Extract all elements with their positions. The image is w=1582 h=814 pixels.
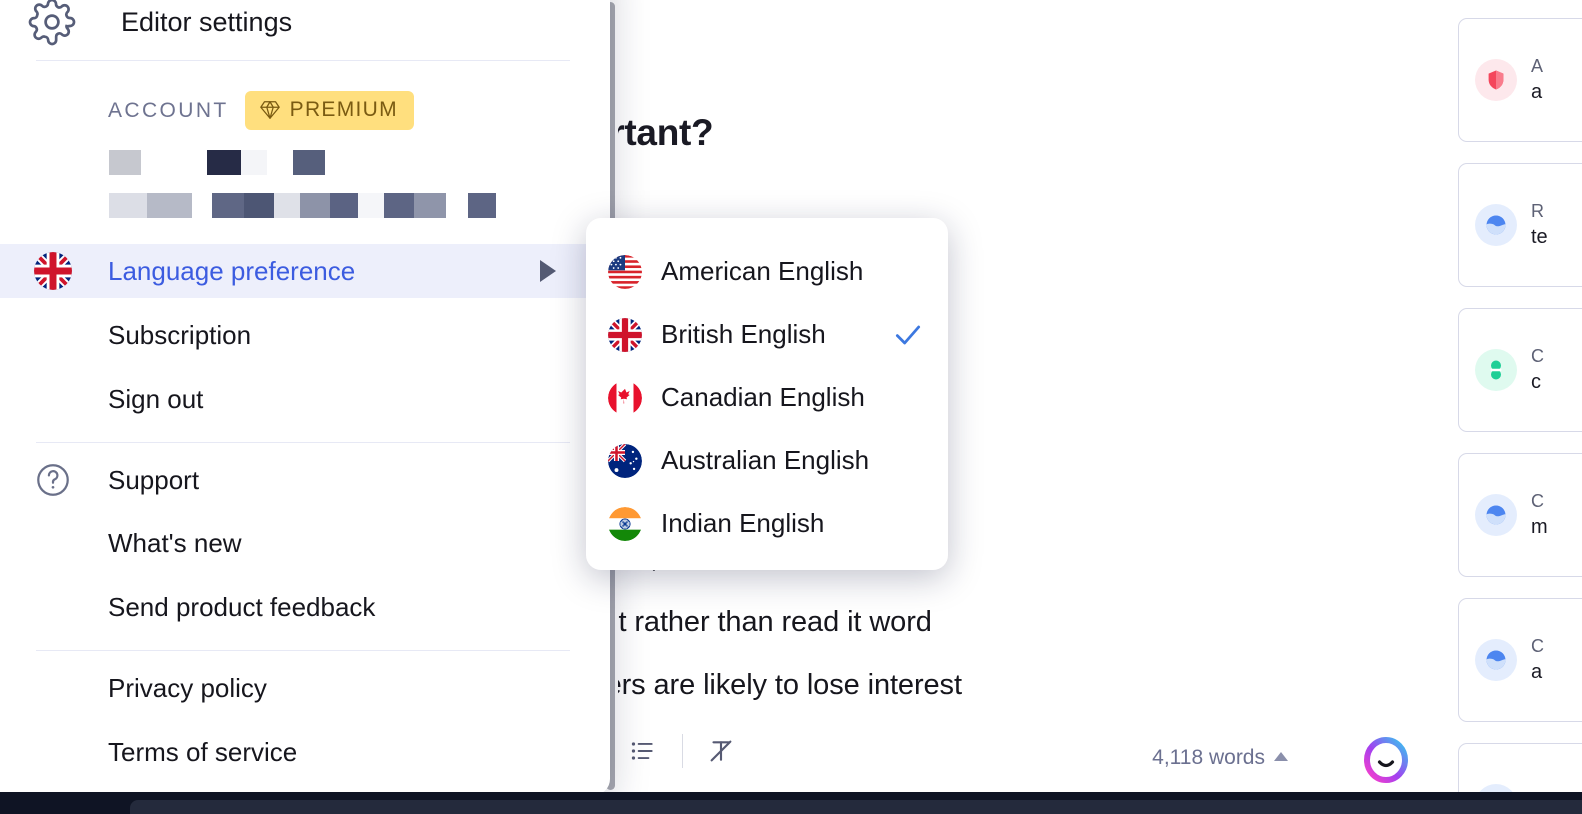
gem-icon	[259, 99, 281, 121]
sidebar-item-subscription[interactable]: Subscription	[0, 308, 610, 362]
toolbar-divider	[682, 734, 683, 768]
bullet-list-icon[interactable]	[628, 738, 658, 764]
language-option-label: American English	[661, 256, 864, 286]
suggestion-body: a	[1531, 660, 1543, 683]
suggestion-card[interactable]: C m	[1458, 453, 1582, 577]
sidebar-item-label: Privacy policy	[108, 672, 267, 703]
sidebar-item-label: Sign out	[108, 383, 204, 414]
suggestion-text: A a	[1531, 54, 1543, 105]
chevron-right-icon	[540, 260, 556, 282]
language-option-canadian-english[interactable]: Canadian English	[586, 366, 948, 429]
document-line: ot readable, readers are likely to lose …	[618, 669, 962, 701]
suggestion-title: C	[1531, 491, 1544, 512]
clarity-icon	[1475, 204, 1517, 246]
suggestion-body: m	[1531, 515, 1548, 538]
suggestion-title: C	[1531, 636, 1544, 657]
account-label: ACCOUNT	[108, 98, 229, 122]
sidebar-item-sign-out[interactable]: Sign out	[0, 372, 610, 426]
redacted-account-email	[109, 193, 496, 218]
window-bottom-chrome	[0, 792, 1582, 814]
chevron-up-icon	[1274, 752, 1288, 761]
gear-icon	[28, 0, 76, 46]
language-preference-submenu[interactable]: American English British English Canadia…	[586, 218, 948, 570]
sidebar-item-label: Send product feedback	[108, 591, 376, 622]
redacted-account-name	[109, 150, 325, 175]
sidebar-item-privacy-policy[interactable]: Privacy policy	[0, 661, 610, 715]
flag-in-icon	[608, 506, 642, 541]
sidebar-item-language-preference[interactable]: Language preference	[0, 244, 610, 298]
suggestion-title: A	[1531, 56, 1544, 77]
suggestion-text: C m	[1531, 489, 1548, 540]
sidebar-item-label: Terms of service	[108, 736, 298, 767]
suggestion-text: C a	[1531, 634, 1544, 685]
account-section: ACCOUNT PREMIUM	[108, 91, 414, 130]
help-circle-icon	[30, 457, 76, 503]
status-badge: PREMIUM	[244, 91, 414, 130]
flag-au-icon	[608, 443, 642, 478]
check-icon	[892, 319, 924, 351]
suggestions-sidebar[interactable]: A a R te C c C m C a	[1448, 0, 1582, 792]
flag-gb-icon	[608, 317, 642, 352]
sidebar-item-label: Support	[108, 464, 200, 495]
menu-divider	[36, 650, 570, 651]
status-badge-label: PREMIUM	[289, 98, 398, 121]
suggestion-title: C	[1531, 346, 1544, 367]
clarity-icon	[1475, 639, 1517, 681]
suggestion-text: R te	[1531, 199, 1548, 250]
suggestion-title: R	[1531, 201, 1544, 222]
suggestion-card[interactable]: A a	[1458, 18, 1582, 142]
suggestion-card[interactable]: R te	[1458, 163, 1582, 287]
language-option-british-english[interactable]: British English	[586, 303, 948, 366]
language-option-label: British English	[661, 319, 826, 349]
language-option-label: Australian English	[661, 445, 870, 475]
assistant-avatar-icon[interactable]	[1360, 734, 1412, 786]
word-count-label: 4,118 words	[1152, 746, 1265, 769]
language-option-label: Canadian English	[661, 382, 865, 412]
clear-formatting-icon[interactable]	[706, 736, 736, 766]
menu-header: Editor settings	[28, 0, 293, 46]
sidebar-item-label: Subscription	[108, 319, 252, 350]
language-option-american-english[interactable]: American English	[586, 240, 948, 303]
sidebar-item-whats-new[interactable]: What's new	[0, 516, 610, 570]
flag-us-icon	[608, 254, 642, 289]
language-option-indian-english[interactable]: Indian English	[586, 492, 948, 555]
menu-divider	[36, 442, 570, 443]
flag-gb-icon	[30, 248, 76, 294]
suggestion-body: a	[1531, 80, 1543, 103]
suggestion-card[interactable]: C a	[1458, 598, 1582, 722]
document-line: im through content rather than read it w…	[618, 606, 932, 638]
language-option-label: Indian English	[661, 508, 825, 538]
sidebar-item-label: What's new	[108, 527, 242, 558]
sidebar-item-send-product-feedback[interactable]: Send product feedback	[0, 580, 610, 634]
menu-divider	[36, 60, 570, 61]
sidebar-item-label: Language preference	[108, 255, 356, 286]
document-heading: ortant?	[618, 112, 714, 153]
suggestion-card[interactable]: C c	[1458, 308, 1582, 432]
shield-icon	[1475, 59, 1517, 101]
suggestion-body: c	[1531, 370, 1541, 393]
clarity-icon	[1475, 784, 1517, 792]
correctness-icon	[1475, 349, 1517, 391]
sidebar-item-support[interactable]: Support	[0, 453, 610, 507]
suggestion-card[interactable]: R	[1458, 743, 1582, 792]
editor-settings-menu: Editor settings ACCOUNT PREMIUM Language…	[0, 0, 610, 795]
word-count-button[interactable]: 4,118 words	[1152, 746, 1288, 770]
sidebar-item-terms-of-service[interactable]: Terms of service	[0, 725, 610, 779]
app-window: ortant? impacts user nt is to read, the …	[0, 0, 1582, 814]
menu-header-label: Editor settings	[121, 6, 293, 37]
window-chrome-inner	[130, 800, 1582, 814]
suggestion-body: te	[1531, 225, 1548, 248]
clarity-icon	[1475, 494, 1517, 536]
suggestion-text: C c	[1531, 344, 1544, 395]
editor-bottom-toolbar: 4,118 words	[618, 716, 1448, 792]
language-option-australian-english[interactable]: Australian English	[586, 429, 948, 492]
flag-ca-icon	[608, 380, 642, 415]
